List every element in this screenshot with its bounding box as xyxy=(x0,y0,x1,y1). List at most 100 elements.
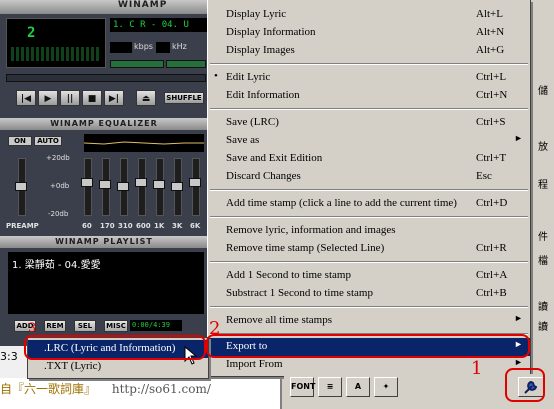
menu-item-discard-changes[interactable]: Discard Changes Esc xyxy=(208,168,530,186)
eq-band-label: 1K xyxy=(154,222,165,230)
time-display: 2 xyxy=(6,18,106,68)
playlist-remove-button[interactable]: REM xyxy=(44,320,66,332)
effects-button[interactable]: ✦ xyxy=(374,377,398,397)
khz-label: kHz xyxy=(172,42,187,51)
eq-band-knob[interactable] xyxy=(99,180,111,189)
eq-band-label: 170 xyxy=(100,222,115,230)
kbps-label: kbps xyxy=(134,42,153,51)
align-button[interactable]: ≡ xyxy=(318,377,342,397)
db-mid-label: +0db xyxy=(50,182,70,190)
highlight-ring-lrc xyxy=(24,335,206,360)
play-button[interactable]: ▶ xyxy=(38,90,58,106)
menu-item-edit-lyric[interactable]: • Edit Lyric Ctrl+L xyxy=(208,69,530,87)
step-3-marker: 3 xyxy=(28,321,37,336)
caption-text: 自『六一歌詞庫』 xyxy=(0,382,97,396)
menu-item-substract-1-second[interactable]: Substract 1 Second to time stamp Ctrl+B xyxy=(208,285,530,303)
db-bottom-label: -20db xyxy=(48,210,69,218)
side-label-6: 讀 xyxy=(538,302,548,313)
menu-item-display-lyric[interactable]: Display Lyric Alt+L xyxy=(208,6,530,24)
eq-on-button[interactable]: ON xyxy=(8,136,32,146)
menu-item-remove-all-lyric[interactable]: Remove lyric, information and images xyxy=(208,222,530,240)
eq-auto-button[interactable]: AUTO xyxy=(34,136,62,146)
caption-url[interactable]: http://so61.com/ xyxy=(112,382,211,396)
menu-separator xyxy=(210,108,528,110)
playlist-misc-button[interactable]: MISC xyxy=(104,320,128,332)
playlist-time-display: 0:00/4:39 xyxy=(130,320,182,331)
winamp-main-window: WINAMP 2 1. C R - 04. U kbps kHz |◀ ▶ ||… xyxy=(0,0,211,118)
visualizer[interactable] xyxy=(11,47,99,61)
eq-curve xyxy=(83,141,204,145)
playlist-list[interactable]: 1. 梁靜茹 - 04.愛愛 xyxy=(8,252,204,314)
song-title-ticker: 1. C R - 04. U xyxy=(110,18,211,32)
pause-button[interactable]: || xyxy=(60,90,80,106)
side-label-7: 讀 xyxy=(538,322,548,333)
eq-band-knob[interactable] xyxy=(81,178,93,187)
side-label-2: 放 xyxy=(538,142,548,153)
db-top-label: +20db xyxy=(46,154,70,162)
eq-band-label: 310 xyxy=(118,222,133,230)
caption-bar: 自『六一歌詞庫』 http://so61.com/ xyxy=(0,380,290,396)
remaining-time: 3:3 xyxy=(0,350,18,363)
winamp-equalizer: WINAMP EQUALIZER ON AUTO +20db +0db -20d… xyxy=(0,118,208,236)
eq-band-label: 3K xyxy=(172,222,183,230)
menu-item-save-lrc[interactable]: Save (LRC) Ctrl+S xyxy=(208,114,530,132)
khz-value xyxy=(156,42,170,53)
submenu-arrow-icon: ► xyxy=(514,313,523,323)
menu-item-display-images[interactable]: Display Images Alt+G xyxy=(208,42,530,60)
eq-band-track[interactable] xyxy=(192,158,200,216)
seek-bar[interactable] xyxy=(6,74,206,82)
main-title: WINAMP xyxy=(118,0,168,10)
previous-button[interactable]: |◀ xyxy=(16,90,36,106)
eq-band-track[interactable] xyxy=(84,158,92,216)
menu-item-remove-all-time-stamps[interactable]: Remove all time stamps ► xyxy=(208,312,530,330)
highlight-ring-export xyxy=(206,334,530,358)
eq-band-label: 60 xyxy=(82,222,92,230)
balance-slider[interactable] xyxy=(166,60,206,68)
side-label-4: 件 xyxy=(538,232,548,243)
eq-band-knob[interactable] xyxy=(117,182,129,191)
kbps-value xyxy=(110,42,132,53)
eq-band-track[interactable] xyxy=(138,158,146,216)
eject-button[interactable]: ⏏ xyxy=(136,90,156,106)
main-titlebar[interactable]: WINAMP xyxy=(0,0,208,14)
eq-curve-display xyxy=(83,134,204,152)
side-label-3: 程 xyxy=(538,180,548,191)
radio-bullet-icon: • xyxy=(214,70,218,82)
menu-item-edit-information[interactable]: Edit Information Ctrl+N xyxy=(208,87,530,105)
eq-titlebar[interactable]: WINAMP EQUALIZER xyxy=(0,118,208,130)
menu-item-add-time-stamp[interactable]: Add time stamp (click a line to add the … xyxy=(208,195,530,213)
eq-band-label: 600 xyxy=(136,222,151,230)
playlist-titlebar[interactable]: WINAMP PLAYLIST xyxy=(0,236,208,248)
menu-separator xyxy=(210,189,528,191)
menu-item-save-as[interactable]: Save as ► xyxy=(208,132,530,150)
menu-item-save-and-exit[interactable]: Save and Exit Edition Ctrl+T xyxy=(208,150,530,168)
menu-separator xyxy=(210,261,528,263)
eq-band-knob[interactable] xyxy=(189,178,201,187)
menu-item-display-information[interactable]: Display Information Alt+N xyxy=(208,24,530,42)
time-readout: 2 xyxy=(27,25,36,41)
preamp-label: PREAMP xyxy=(6,222,39,230)
eq-band-label: 6K xyxy=(190,222,201,230)
highlight-ring-tools xyxy=(505,368,545,402)
volume-slider[interactable] xyxy=(110,60,164,68)
menu-item-remove-time-stamp[interactable]: Remove time stamp (Selected Line) Ctrl+R xyxy=(208,240,530,258)
menu-item-add-1-second[interactable]: Add 1 Second to time stamp Ctrl+A xyxy=(208,267,530,285)
submenu-item-export-txt[interactable]: .TXT (Lyric) xyxy=(28,358,208,376)
menu-separator xyxy=(210,63,528,65)
stop-button[interactable]: ■ xyxy=(82,90,102,106)
menu-separator xyxy=(210,216,528,218)
text-style-button[interactable]: A xyxy=(346,377,370,397)
playlist-select-button[interactable]: SEL xyxy=(74,320,96,332)
font-button[interactable]: FONT xyxy=(290,377,315,397)
submenu-arrow-icon: ► xyxy=(514,133,523,143)
eq-band-knob[interactable] xyxy=(171,182,183,191)
next-button[interactable]: ▶| xyxy=(104,90,124,106)
eq-band-knob[interactable] xyxy=(135,178,147,187)
playlist-item[interactable]: 1. 梁靜茹 - 04.愛愛 xyxy=(12,256,101,271)
submenu-arrow-icon: ► xyxy=(514,357,523,367)
eq-band-knob[interactable] xyxy=(153,180,165,189)
menu-separator xyxy=(210,306,528,308)
step-2-marker: 2 xyxy=(209,318,221,339)
preamp-slider-knob[interactable] xyxy=(15,182,27,191)
shuffle-button[interactable]: SHUFFLE xyxy=(164,92,204,104)
